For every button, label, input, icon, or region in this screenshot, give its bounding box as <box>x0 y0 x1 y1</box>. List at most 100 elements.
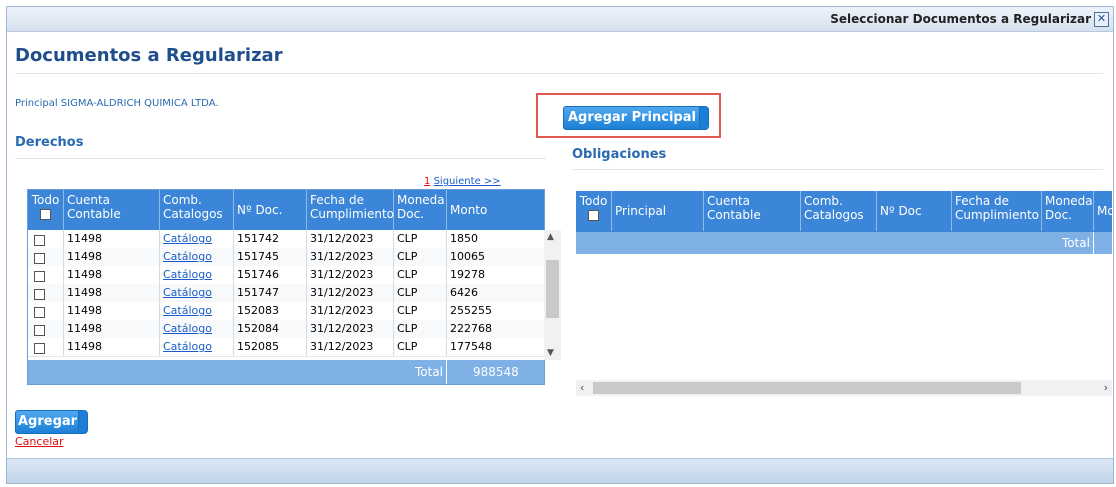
agregar-label: Agregar <box>18 414 78 429</box>
row-checkbox-cell <box>28 248 64 266</box>
doc-cell: 151742 <box>234 230 307 248</box>
catalogo-cell: Catálogo <box>160 302 234 320</box>
fecha-cell: 31/12/2023 <box>307 302 394 320</box>
total-label: Total <box>28 360 447 384</box>
close-icon[interactable]: ✕ <box>1094 12 1109 27</box>
agregar-principal-label: Agregar Principal <box>568 110 696 125</box>
total-value: 988548 <box>473 365 519 379</box>
row-checkbox[interactable] <box>34 289 45 300</box>
next-page-link[interactable]: Siguiente >> <box>434 176 501 187</box>
header-nro-doc: Nº Doc. <box>234 190 307 230</box>
catalogo-link[interactable]: Catálogo <box>163 268 212 281</box>
moneda-cell: CLP <box>394 284 447 302</box>
monto-cell: 177548 <box>450 340 492 353</box>
catalogo-cell: Catálogo <box>160 266 234 284</box>
row-checkbox-cell <box>28 266 64 284</box>
obligaciones-header: Todo Principal Cuenta Contable Comb. Cat… <box>576 191 1112 232</box>
row-checkbox-cell <box>28 230 64 248</box>
table-row: 11498 Catálogo 152084 31/12/2023 CLP 222… <box>28 320 544 339</box>
agregar-button[interactable]: Agregar <box>15 410 89 434</box>
derechos-footer: Total 988548 <box>28 360 544 384</box>
header-todo: Todo <box>576 191 612 231</box>
header-catalogos: Comb. Catalogos <box>801 191 877 231</box>
header-moneda: Moneda Doc. <box>1042 191 1094 231</box>
moneda-cell: CLP <box>394 302 447 320</box>
header-todo-label: Todo <box>31 193 60 207</box>
derechos-body: 11498 Catálogo 151742 31/12/2023 CLP 185… <box>28 230 544 360</box>
fecha-cell: 31/12/2023 <box>307 248 394 266</box>
row-checkbox[interactable] <box>34 307 45 318</box>
table-row: 11498 Catálogo 151742 31/12/2023 CLP 185… <box>28 230 544 249</box>
doc-cell: 152085 <box>234 338 307 356</box>
fecha-cell: 31/12/2023 <box>307 230 394 248</box>
vertical-scrollbar[interactable]: ▲ ▼ <box>544 230 561 360</box>
row-checkbox-cell <box>28 284 64 302</box>
catalogo-cell: Catálogo <box>160 248 234 266</box>
agregar-principal-button[interactable]: Agregar Principal <box>563 106 709 130</box>
dialog-window: Seleccionar Documentos a Regularizar ✕ D… <box>6 6 1114 484</box>
derechos-header: Todo Cuenta Contable Comb. Catalogos Nº … <box>28 190 544 230</box>
row-checkbox-cell <box>28 302 64 320</box>
header-cuenta: Cuenta Contable <box>704 191 801 231</box>
scroll-thumb[interactable] <box>546 260 559 318</box>
catalogo-cell: Catálogo <box>160 320 234 338</box>
row-checkbox[interactable] <box>34 325 45 336</box>
page-number-link[interactable]: 1 <box>424 176 430 187</box>
header-fecha: Fecha de Cumplimiento <box>307 190 394 230</box>
header-moneda: Moneda Doc. <box>394 190 447 230</box>
moneda-cell: CLP <box>394 338 447 356</box>
catalogo-link[interactable]: Catálogo <box>163 286 212 299</box>
header-todo-label: Todo <box>579 194 608 208</box>
scroll-right-icon[interactable]: › <box>1104 381 1108 394</box>
monto-cell: 1850 <box>450 232 478 245</box>
scroll-left-icon[interactable]: ‹ <box>580 381 584 394</box>
scroll-up-icon[interactable]: ▲ <box>547 232 554 242</box>
row-checkbox[interactable] <box>34 235 45 246</box>
catalogo-link[interactable]: Catálogo <box>163 340 212 353</box>
scroll-thumb[interactable] <box>593 382 1021 394</box>
fecha-cell: 31/12/2023 <box>307 284 394 302</box>
row-checkbox[interactable] <box>34 253 45 264</box>
moneda-cell: CLP <box>394 266 447 284</box>
table-row: 11498 Catálogo 152083 31/12/2023 CLP 255… <box>28 302 544 321</box>
cuenta-cell: 11498 <box>64 248 160 266</box>
catalogo-link[interactable]: Catálogo <box>163 250 212 263</box>
bottom-bar <box>7 458 1113 483</box>
select-all-checkbox[interactable] <box>40 209 51 220</box>
cuenta-cell: 11498 <box>64 284 160 302</box>
table-row: 11498 Catálogo 152085 31/12/2023 CLP 177… <box>28 338 544 357</box>
derechos-divider <box>15 158 546 159</box>
derechos-title: Derechos <box>15 135 84 150</box>
monto-cell: 19278 <box>450 268 485 281</box>
monto-cell: 255255 <box>450 304 492 317</box>
header-principal: Principal <box>612 191 704 231</box>
catalogo-link[interactable]: Catálogo <box>163 304 212 317</box>
catalogo-link[interactable]: Catálogo <box>163 232 212 245</box>
title-bar: Seleccionar Documentos a Regularizar ✕ <box>7 7 1113 32</box>
cuenta-cell: 11498 <box>64 338 160 356</box>
monto-cell: 10065 <box>450 250 485 263</box>
cuenta-cell: 11498 <box>64 320 160 338</box>
button-tail <box>78 410 89 434</box>
moneda-cell: CLP <box>394 230 447 248</box>
cuenta-cell: 11498 <box>64 302 160 320</box>
header-catalogos: Comb. Catalogos <box>160 190 234 230</box>
principal-label: Principal SIGMA-ALDRICH QUIMICA LTDA. <box>15 98 219 109</box>
select-all-checkbox[interactable] <box>588 210 599 221</box>
cancelar-link[interactable]: Cancelar <box>15 435 64 448</box>
catalogo-link[interactable]: Catálogo <box>163 322 212 335</box>
obligaciones-table: Todo Principal Cuenta Contable Comb. Cat… <box>576 191 1112 405</box>
cuenta-cell: 11498 <box>64 230 160 248</box>
catalogo-cell: Catálogo <box>160 284 234 302</box>
scroll-down-icon[interactable]: ▼ <box>547 348 554 358</box>
header-monto: Mo <box>1097 204 1112 218</box>
horizontal-scrollbar[interactable]: ‹ › <box>576 380 1112 396</box>
header-todo: Todo <box>28 190 64 230</box>
fecha-cell: 31/12/2023 <box>307 266 394 284</box>
row-checkbox[interactable] <box>34 343 45 354</box>
obligaciones-footer: Total <box>576 232 1112 254</box>
moneda-cell: CLP <box>394 248 447 266</box>
doc-cell: 151747 <box>234 284 307 302</box>
row-checkbox[interactable] <box>34 271 45 282</box>
doc-cell: 152084 <box>234 320 307 338</box>
